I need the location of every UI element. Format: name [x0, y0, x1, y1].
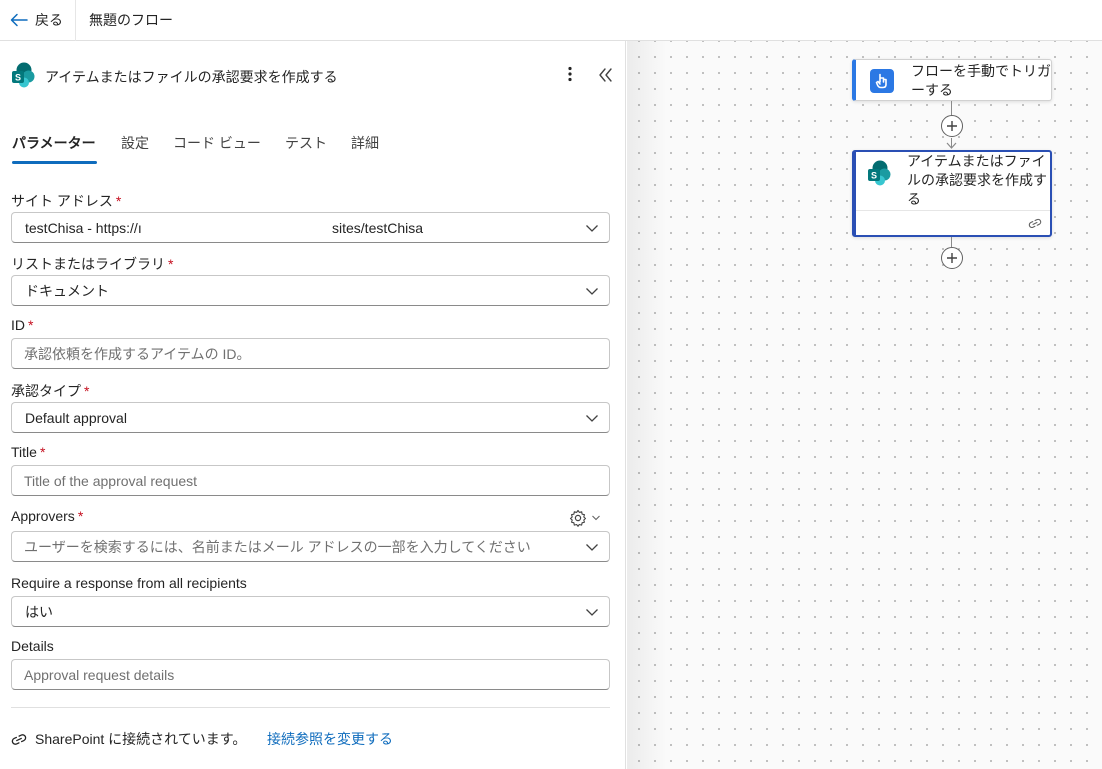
chevron-down-icon	[586, 288, 598, 295]
add-step-button[interactable]	[941, 115, 963, 137]
approval-type-value: Default approval	[25, 409, 127, 426]
tab-code-view[interactable]: コード ビュー	[173, 133, 261, 153]
chevron-down-icon	[586, 415, 598, 422]
svg-text:S: S	[871, 171, 877, 181]
canvas-shadow	[627, 41, 667, 769]
connection-status: SharePoint に接続されています。	[11, 729, 246, 749]
tab-settings[interactable]: 設定	[121, 133, 149, 153]
arrow-left-icon	[10, 13, 28, 27]
sharepoint-icon: S	[12, 62, 35, 88]
approvers-input[interactable]: ユーザーを検索するには、名前またはメール アドレスの一部を入力してください	[11, 531, 610, 562]
link-icon	[1028, 218, 1042, 228]
approvers-placeholder: ユーザーを検索するには、名前またはメール アドレスの一部を入力してください	[24, 538, 531, 555]
arrow-down-icon	[946, 142, 957, 149]
title-input[interactable]: Title of the approval request	[11, 465, 610, 496]
tab-list: パラメーター 設定 コード ビュー テスト 詳細	[0, 129, 626, 165]
svg-text:S: S	[15, 73, 21, 83]
divider	[11, 707, 610, 708]
action-settings-panel: S アイテムまたはファイルの承認要求を作成する パラメーター 設定 コード ビュ…	[0, 41, 626, 769]
chevron-down-icon	[592, 515, 600, 521]
plus-icon	[947, 121, 957, 131]
tab-details[interactable]: 詳細	[351, 133, 379, 153]
details-label: Details	[11, 638, 54, 654]
gear-icon	[569, 509, 587, 527]
plus-icon	[947, 253, 957, 263]
link-icon	[11, 734, 27, 745]
trigger-card-label: フローを手動でトリガーする	[911, 63, 1051, 98]
more-options-button[interactable]	[562, 64, 578, 84]
tab-test[interactable]: テスト	[285, 133, 327, 153]
approvers-settings-button[interactable]	[569, 509, 601, 527]
flow-canvas[interactable]: フローを手動でトリガーする S アイテムまたはファイルの承認要求を作成する	[627, 41, 1102, 769]
require-all-value: はい	[25, 603, 53, 620]
active-tab-indicator	[12, 161, 97, 164]
id-input[interactable]: 承認依頼を作成するアイテムの ID。	[11, 338, 610, 369]
sharepoint-icon: S	[868, 160, 891, 186]
tab-parameters[interactable]: パラメーター	[12, 133, 96, 153]
back-label: 戻る	[35, 12, 63, 28]
add-step-button[interactable]	[941, 247, 963, 269]
site-address-label: サイト アドレス *	[11, 193, 122, 209]
site-address-value-start: testChisa - https://ı	[25, 219, 142, 236]
details-input[interactable]: Approval request details	[11, 659, 610, 690]
panel-header: S アイテムまたはファイルの承認要求を作成する	[0, 41, 626, 107]
chevron-down-icon	[586, 609, 598, 616]
hand-pointer-icon	[875, 73, 887, 89]
details-placeholder: Approval request details	[24, 666, 175, 683]
approval-type-label: 承認タイプ *	[11, 383, 90, 399]
site-address-value-end: sites/testChisa	[332, 220, 424, 236]
collapse-panel-icon[interactable]	[596, 65, 614, 85]
require-all-dropdown[interactable]: はい	[11, 596, 610, 627]
id-label: ID *	[11, 317, 34, 333]
connection-text: SharePoint に接続されています。	[35, 731, 247, 747]
approvers-label: Approvers *	[11, 508, 84, 524]
chevron-down-icon	[586, 544, 598, 551]
title-placeholder: Title of the approval request	[24, 472, 198, 489]
require-all-label: Require a response from all recipients	[11, 575, 247, 591]
flow-title: 無題のフロー	[89, 12, 173, 28]
connector-line	[951, 237, 952, 247]
trigger-icon	[870, 69, 894, 93]
list-library-value: ドキュメント	[25, 282, 109, 299]
title-label: Title *	[11, 444, 46, 460]
list-library-label: リストまたはライブラリ *	[11, 256, 174, 272]
id-placeholder: 承認依頼を作成するアイテムの ID。	[24, 345, 251, 362]
top-bar: 戻る 無題のフロー	[0, 0, 1102, 41]
action-card-label: アイテムまたはファイルの承認要求を作成する	[907, 153, 1047, 207]
approval-type-dropdown[interactable]: Default approval	[11, 402, 610, 433]
panel-title: アイテムまたはファイルの承認要求を作成する	[45, 69, 338, 85]
change-connection-link[interactable]: 接続参照を変更する	[267, 729, 393, 749]
action-card-footer	[856, 210, 1050, 235]
action-card[interactable]: S アイテムまたはファイルの承認要求を作成する	[852, 150, 1052, 237]
list-library-dropdown[interactable]: ドキュメント	[11, 275, 610, 306]
back-button[interactable]: 戻る	[0, 0, 76, 41]
trigger-card[interactable]: フローを手動でトリガーする	[852, 59, 1052, 101]
chevron-down-icon	[586, 225, 598, 232]
site-address-dropdown[interactable]: testChisa - https://ı sites/testChisa	[11, 212, 610, 243]
more-vertical-icon	[568, 66, 572, 82]
